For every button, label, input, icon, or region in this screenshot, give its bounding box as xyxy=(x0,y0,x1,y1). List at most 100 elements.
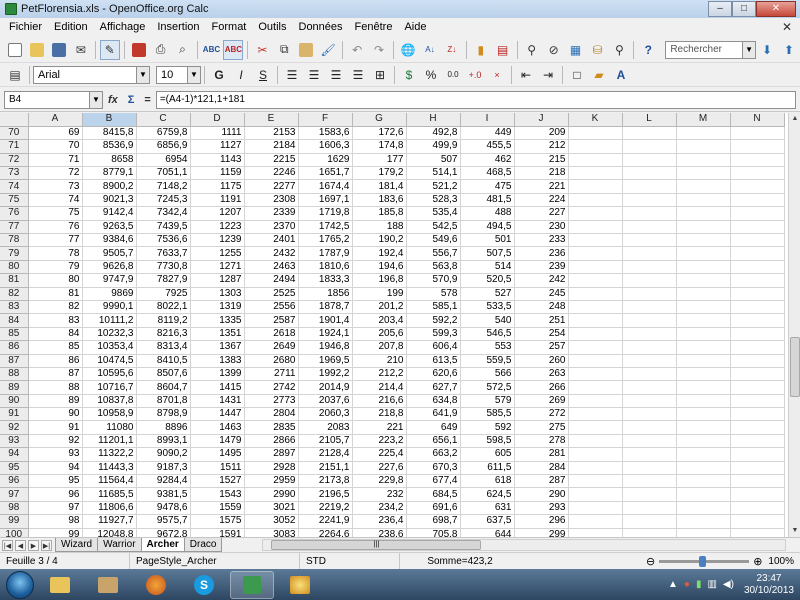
cell[interactable]: 1335 xyxy=(190,313,245,328)
cell[interactable]: 290 xyxy=(514,487,569,502)
cell[interactable]: 9284,4 xyxy=(136,474,191,489)
export-pdf-icon[interactable] xyxy=(129,40,149,60)
row-header[interactable]: 99 xyxy=(0,514,29,529)
volume-icon[interactable]: ◀) xyxy=(723,579,734,590)
cell[interactable] xyxy=(676,461,731,476)
close-button[interactable]: ✕ xyxy=(756,1,796,17)
cell[interactable]: 8507,6 xyxy=(136,367,191,382)
cell[interactable] xyxy=(730,246,785,261)
cell[interactable] xyxy=(676,367,731,382)
cell[interactable]: 546,5 xyxy=(460,327,515,342)
cell[interactable]: 7051,1 xyxy=(136,166,191,181)
row-header[interactable]: 83 xyxy=(0,300,29,315)
menu-fichier[interactable]: Fichier xyxy=(3,18,48,37)
cell[interactable]: 7536,6 xyxy=(136,233,191,248)
cell[interactable] xyxy=(622,260,677,275)
cell[interactable] xyxy=(568,487,623,502)
cell[interactable]: 1495 xyxy=(190,447,245,462)
cell[interactable]: 238,6 xyxy=(352,528,407,537)
cell[interactable] xyxy=(568,139,623,154)
cell[interactable]: 592,2 xyxy=(406,313,461,328)
cell[interactable] xyxy=(676,273,731,288)
cell[interactable]: 10232,3 xyxy=(82,327,137,342)
cell[interactable]: 2556 xyxy=(244,300,299,315)
cell[interactable] xyxy=(622,220,677,235)
cell[interactable] xyxy=(676,420,731,435)
menu-fenetre[interactable]: Fenêtre xyxy=(349,18,399,37)
redo-icon[interactable]: ↷ xyxy=(369,40,389,60)
print-icon[interactable]: ⎙ xyxy=(151,40,171,60)
cell[interactable]: 245 xyxy=(514,287,569,301)
align-center-icon[interactable]: ☰ xyxy=(304,65,324,85)
cell[interactable] xyxy=(730,474,785,489)
cell[interactable]: 698,7 xyxy=(406,514,461,529)
cell[interactable]: 275 xyxy=(514,420,569,435)
cell[interactable]: 499,9 xyxy=(406,139,461,154)
cell[interactable]: 2649 xyxy=(244,340,299,355)
cell[interactable]: 2463 xyxy=(244,260,299,275)
cell[interactable] xyxy=(568,233,623,248)
row-header[interactable]: 82 xyxy=(0,287,29,301)
cell[interactable] xyxy=(676,474,731,489)
cell[interactable]: 691,6 xyxy=(406,501,461,516)
cell[interactable]: 8536,9 xyxy=(82,139,137,154)
cell[interactable]: 192,4 xyxy=(352,246,407,261)
cut-icon[interactable]: ✂ xyxy=(252,40,272,60)
cell[interactable]: 9142,4 xyxy=(82,206,137,221)
row-header[interactable]: 86 xyxy=(0,340,29,355)
cell[interactable]: 87 xyxy=(28,367,83,382)
cell[interactable]: 2990 xyxy=(244,487,299,502)
cell[interactable]: 566 xyxy=(460,367,515,382)
cell[interactable] xyxy=(622,246,677,261)
cell[interactable]: 196,8 xyxy=(352,273,407,288)
cell[interactable] xyxy=(568,153,623,168)
cell[interactable] xyxy=(730,220,785,235)
chart-icon[interactable]: ▮ xyxy=(471,40,491,60)
clock[interactable]: 23:47 30/10/2013 xyxy=(744,573,794,597)
cell[interactable]: 188 xyxy=(352,220,407,235)
cell[interactable] xyxy=(730,420,785,435)
cell[interactable]: 225,4 xyxy=(352,447,407,462)
cell[interactable]: 11564,4 xyxy=(82,474,137,489)
cell[interactable]: 599,3 xyxy=(406,327,461,342)
cell[interactable]: 78 xyxy=(28,246,83,261)
cell[interactable] xyxy=(568,354,623,368)
cell[interactable]: 75 xyxy=(28,206,83,221)
cell[interactable]: 7827,9 xyxy=(136,273,191,288)
cell[interactable]: 2835 xyxy=(244,420,299,435)
cell[interactable]: 1527 xyxy=(190,474,245,489)
cell[interactable]: 2014,9 xyxy=(298,380,353,395)
cell[interactable] xyxy=(622,394,677,409)
cell[interactable]: 287 xyxy=(514,474,569,489)
cell[interactable]: 488 xyxy=(460,206,515,221)
increase-indent-icon[interactable]: ⇥ xyxy=(538,65,558,85)
clone-format-icon[interactable]: 🖌 xyxy=(318,40,338,60)
cell[interactable]: 209 xyxy=(514,126,569,141)
standard-format-icon[interactable]: 0.0 xyxy=(443,65,463,85)
cell[interactable]: 598,5 xyxy=(460,434,515,449)
datasources-icon[interactable]: ⛁ xyxy=(588,40,608,60)
cell[interactable]: 91 xyxy=(28,420,83,435)
cell[interactable]: 214,4 xyxy=(352,380,407,395)
cell[interactable]: 542,5 xyxy=(406,220,461,235)
cell[interactable]: 2105,7 xyxy=(298,434,353,449)
spreadsheet-grid[interactable]: ABCDEFGHIJKLMN 70 69 8415,8 6759,8 1111 2153 1… xyxy=(0,113,788,537)
cell[interactable] xyxy=(622,501,677,516)
cell[interactable] xyxy=(622,380,677,395)
new-document-icon[interactable] xyxy=(5,40,25,60)
cell[interactable]: 2525 xyxy=(244,287,299,301)
cell[interactable] xyxy=(676,514,731,529)
cell[interactable]: 611,5 xyxy=(460,461,515,476)
cell[interactable] xyxy=(622,153,677,168)
cell[interactable] xyxy=(676,340,731,355)
name-box[interactable]: B4 xyxy=(4,90,90,109)
menu-edition[interactable]: Edition xyxy=(48,18,94,37)
cell[interactable]: 11685,5 xyxy=(82,487,137,502)
cell[interactable] xyxy=(676,487,731,502)
cell[interactable]: 11322,2 xyxy=(82,447,137,462)
zoom-level[interactable]: 100% xyxy=(768,556,794,567)
row-header[interactable]: 92 xyxy=(0,420,29,435)
cell[interactable]: 1559 xyxy=(190,501,245,516)
spellcheck-icon[interactable]: ABC xyxy=(202,40,222,60)
menu-format[interactable]: Format xyxy=(206,18,253,37)
